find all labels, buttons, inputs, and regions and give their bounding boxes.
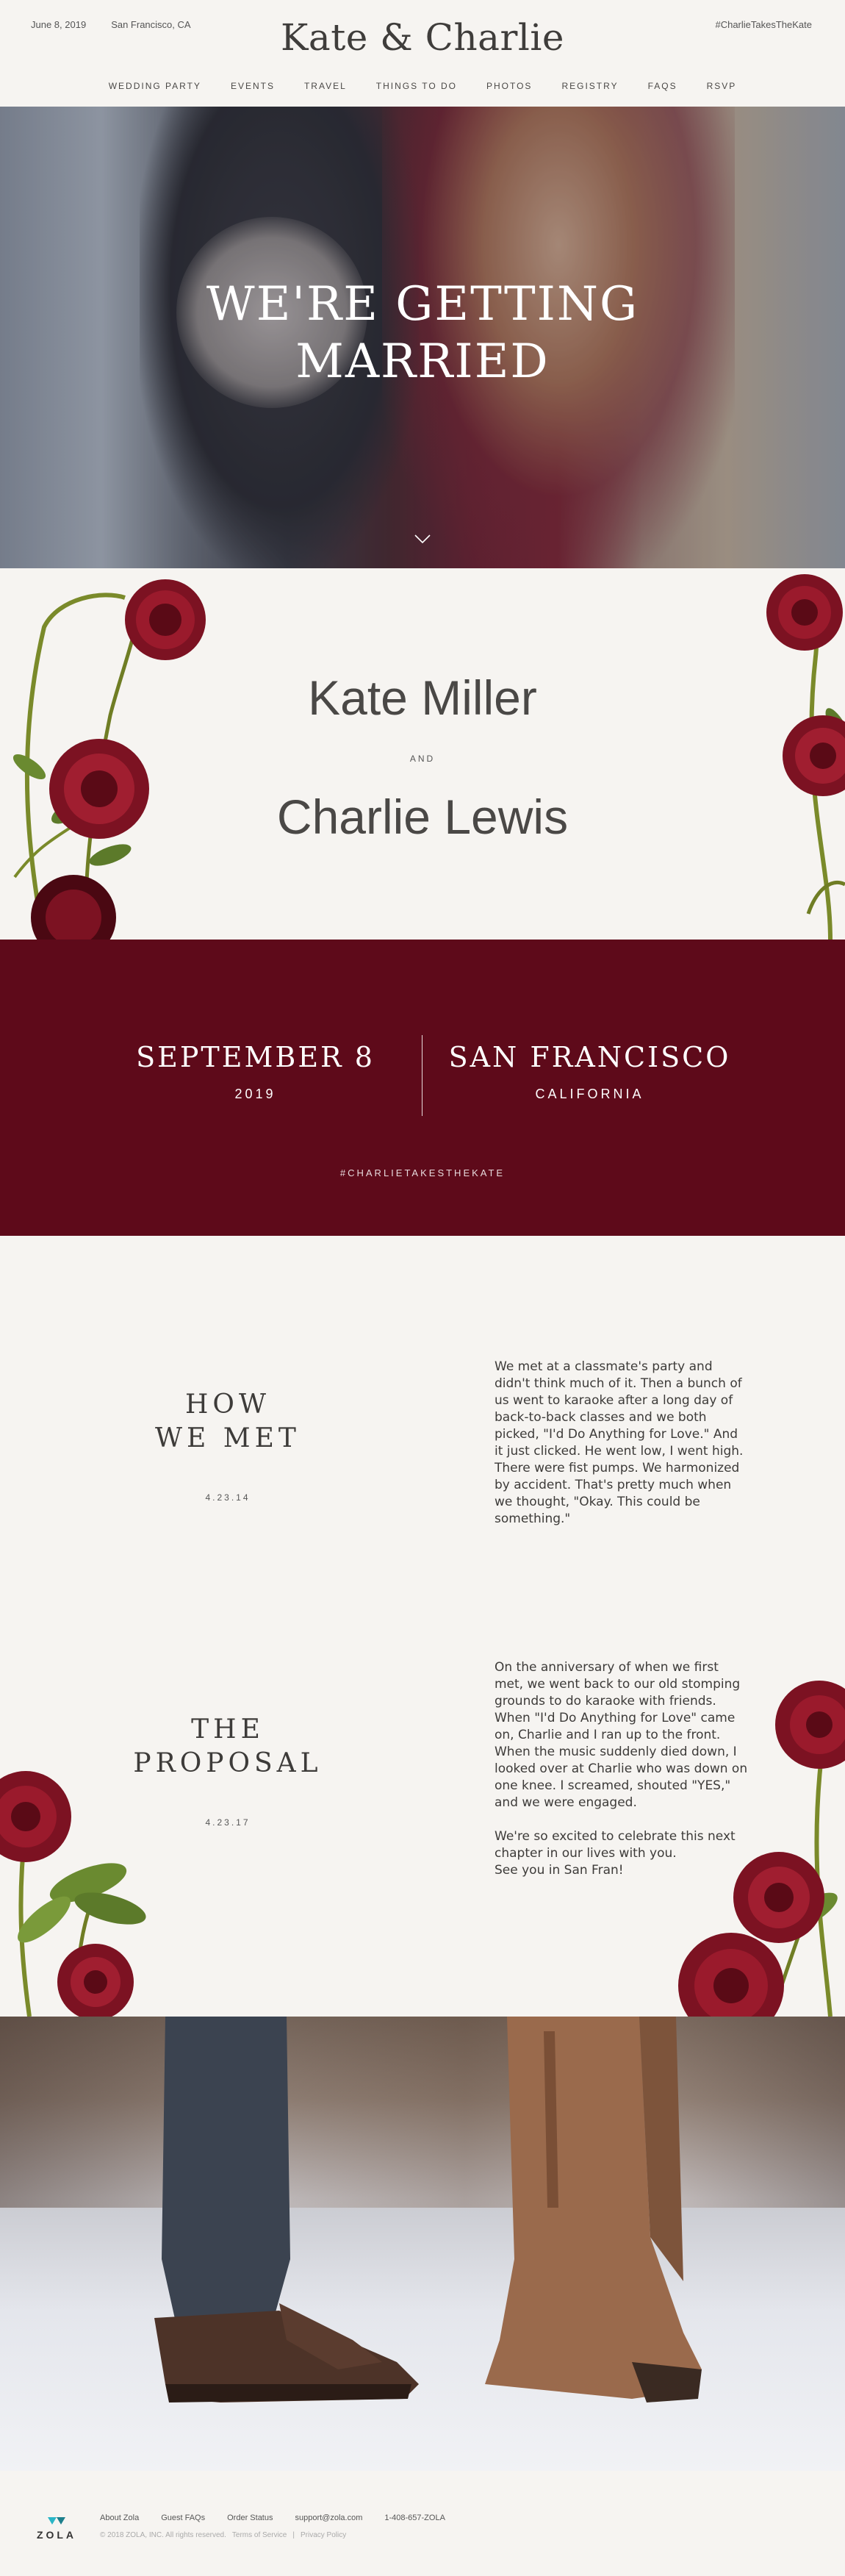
proposal-heading-line1: THE — [191, 1714, 265, 1745]
details-hashtag: #CHARLIETAKESTHEKATE — [339, 1167, 506, 1178]
proposal-heading-line2: PROPOSAL — [133, 1748, 323, 1778]
footer-link-about[interactable]: About Zola — [100, 2514, 139, 2522]
boots-photo — [0, 2017, 845, 2471]
legal-separator: | — [292, 2531, 295, 2539]
footer-link-order-status[interactable]: Order Status — [227, 2514, 273, 2522]
zola-wordmark: ZOLA — [36, 2529, 77, 2541]
event-year: 2019 — [234, 1087, 276, 1101]
privacy-link[interactable]: Privacy Policy — [301, 2531, 346, 2539]
how-we-met-heading-line1: HOW — [185, 1389, 270, 1420]
nav-wedding-party[interactable]: WEDDING PARTY — [94, 81, 216, 91]
hero-title-line2: MARRIED — [295, 334, 550, 389]
how-we-met-heading-line2: WE MET — [155, 1423, 301, 1453]
proposal-closing-2: See you in San Fran! — [495, 1863, 624, 1878]
nav-things-to-do[interactable]: THINGS TO DO — [362, 81, 472, 91]
proposal-date: 4.23.17 — [205, 1817, 251, 1828]
bride-name: Kate Miller — [308, 670, 537, 725]
couple-names-section: Kate Miller AND Charlie Lewis — [0, 568, 845, 940]
nav-photos[interactable]: PHOTOS — [472, 81, 547, 91]
footer-link-phone[interactable]: 1-408-657-ZOLA — [384, 2514, 445, 2522]
boots-photo-illustration — [154, 2017, 702, 2403]
chevron-down-icon[interactable] — [414, 533, 431, 545]
nav-rsvp[interactable]: RSVP — [692, 81, 752, 91]
how-we-met-date: 4.23.14 — [205, 1492, 251, 1503]
proposal-closing-1: We're so excited to celebrate this next … — [495, 1829, 736, 1861]
how-we-met-heading: HOW WE MET — [110, 1388, 345, 1456]
nav-events[interactable]: EVENTS — [216, 81, 290, 91]
proposal-heading: THE PROPOSAL — [110, 1713, 345, 1781]
and-label: AND — [409, 754, 436, 764]
zola-logo[interactable]: ZOLA — [31, 2515, 82, 2541]
header-hashtag: #CharlieTakesTheKate — [715, 19, 812, 30]
hero-title-line1: WE'RE GETTING — [206, 277, 639, 332]
hero-section: WE'RE GETTING MARRIED — [0, 107, 845, 568]
footer-legal: © 2018 ZOLA, INC. All rights reserved. T… — [100, 2531, 352, 2539]
zola-logo-icon — [48, 2517, 65, 2525]
site-footer: ZOLA About Zola Guest FAQs Order Status … — [0, 2471, 845, 2576]
groom-name: Charlie Lewis — [276, 790, 569, 844]
hero-title: WE'RE GETTING MARRIED — [0, 276, 845, 390]
main-nav: WEDDING PARTY EVENTS TRAVEL THINGS TO DO… — [0, 81, 845, 91]
nav-travel[interactable]: TRAVEL — [290, 81, 362, 91]
event-date: SEPTEMBER 8 — [136, 1041, 375, 1073]
event-city: SAN FRANCISCO — [448, 1041, 731, 1073]
proposal-text: On the anniversary of when we first met,… — [495, 1660, 748, 1810]
footer-link-support-email[interactable]: support@zola.com — [295, 2514, 362, 2522]
event-state: CALIFORNIA — [535, 1087, 644, 1101]
terms-link[interactable]: Terms of Service — [232, 2531, 287, 2539]
how-we-met-text: We met at a classmate's party and didn't… — [495, 1359, 744, 1526]
nav-faqs[interactable]: FAQS — [633, 81, 692, 91]
site-header: June 8, 2019 San Francisco, CA Kate & Ch… — [0, 0, 845, 107]
wedding-details-section: SEPTEMBER 8 2019 SAN FRANCISCO CALIFORNI… — [0, 940, 845, 1236]
proposal-text-block: On the anniversary of when we first met,… — [495, 1659, 748, 1879]
footer-links: About Zola Guest FAQs Order Status suppo… — [100, 2514, 467, 2522]
our-story-section: HOW WE MET 4.23.14 We met at a classmate… — [0, 1236, 845, 2017]
nav-registry[interactable]: REGISTRY — [547, 81, 633, 91]
footer-link-guest-faqs[interactable]: Guest FAQs — [161, 2514, 205, 2522]
copyright: © 2018 ZOLA, INC. All rights reserved. — [100, 2531, 226, 2539]
